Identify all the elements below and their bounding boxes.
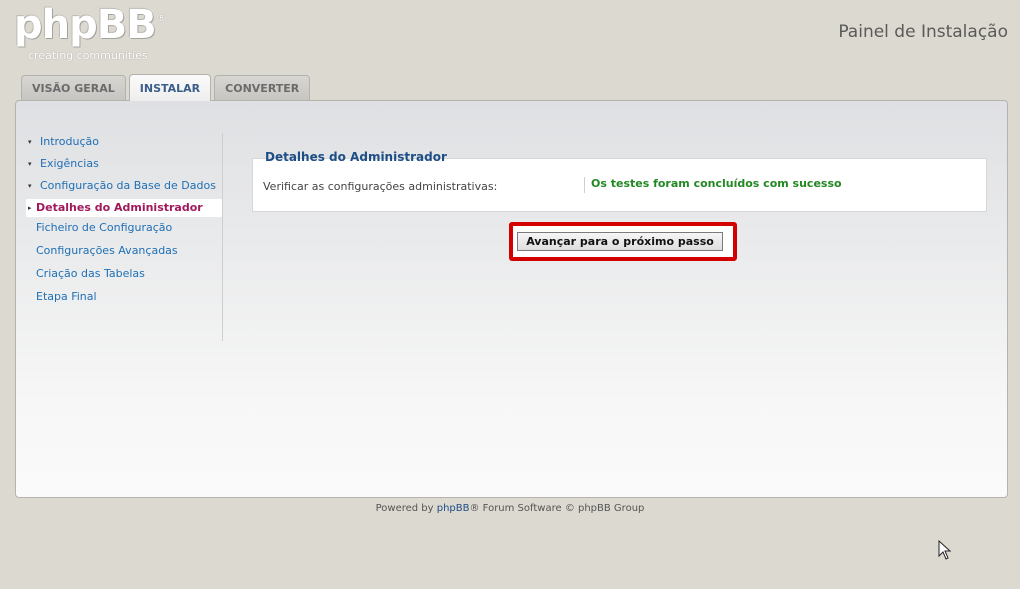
menu-item-label: Configurações Avançadas [36,244,178,257]
footer-prefix: Powered by [375,503,437,514]
menu-item-label: Introdução [40,135,100,148]
menu-item-etapa-final[interactable]: Etapa Final [26,288,222,306]
logo-wordmark: phpBB [14,2,157,48]
admin-details-fieldset: Detalhes do Administrador Verificar as c… [252,150,987,212]
main-panel: ▾ Introdução ▾ Exigências ▾ Configuração… [15,100,1008,498]
check-label: Verificar as configurações administrativ… [263,180,498,193]
footer: Powered by phpBB® Forum Software © phpBB… [0,503,1020,514]
menu-item-detalhes-administrador[interactable]: ▸ Detalhes do Administrador [26,199,222,217]
footer-suffix: ® Forum Software © phpBB Group [469,503,645,514]
phpbb-logo: phpBB ® creating communities [14,2,174,66]
menu-item-label: Configuração da Base de Dados [40,179,216,192]
next-step-highlight: Avançar para o próximo passo [509,222,737,261]
menu-item-base-de-dados[interactable]: ▾ Configuração da Base de Dados [26,177,222,195]
menu-item-label: Ficheiro de Configuração [36,221,173,234]
menu-item-label: Detalhes do Administrador [36,201,203,214]
menu-item-label: Exigências [40,157,99,170]
next-step-button[interactable]: Avançar para o próximo passo [517,232,723,251]
row-divider [584,177,585,193]
chevron-down-icon: ▾ [28,182,32,190]
chevron-down-icon: ▾ [28,160,32,168]
tab-visao-geral[interactable]: VISÃO GERAL [21,75,126,100]
chevron-right-icon: ▸ [28,204,32,212]
chevron-down-icon: ▾ [28,138,32,146]
fieldset-legend: Detalhes do Administrador [265,150,447,164]
menu-item-label: Criação das Tabelas [36,267,145,280]
menu-item-exigencias[interactable]: ▾ Exigências [26,155,222,173]
logo-tagline: creating communities [28,49,148,62]
tab-instalar[interactable]: INSTALAR [128,74,212,101]
menu-item-label: Etapa Final [36,290,97,303]
menu-item-ficheiro-configuracao[interactable]: Ficheiro de Configuração [26,219,222,237]
tab-bar: VISÃO GERAL INSTALAR CONVERTER [21,74,313,101]
install-steps-menu: ▾ Introdução ▾ Exigências ▾ Configuração… [26,133,223,341]
mouse-cursor-icon [938,540,952,560]
logo-registered-mark: ® [156,11,167,24]
page-title: Painel de Instalação [838,22,1008,42]
menu-item-introducao[interactable]: ▾ Introdução [26,133,222,151]
menu-item-configuracoes-avancadas[interactable]: Configurações Avançadas [26,242,222,260]
check-result-status: Os testes foram concluídos com sucesso [591,177,842,190]
menu-item-criacao-tabelas[interactable]: Criação das Tabelas [26,265,222,283]
footer-phpbb-link[interactable]: phpBB [437,503,470,514]
tab-converter[interactable]: CONVERTER [214,75,311,100]
